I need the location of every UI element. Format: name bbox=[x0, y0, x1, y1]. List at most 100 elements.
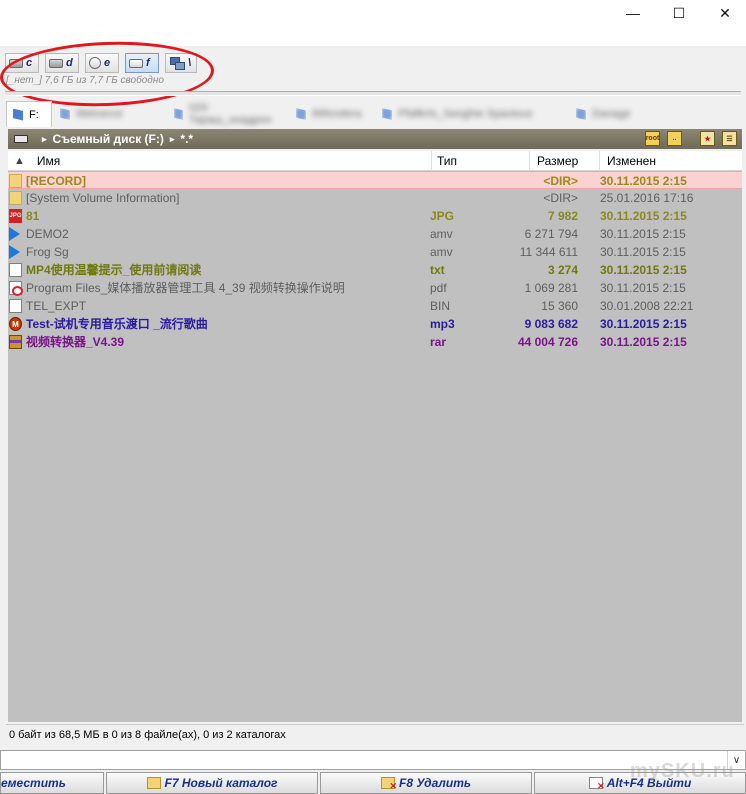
file-size: 7 982 bbox=[547, 209, 578, 223]
pdf-icon bbox=[9, 281, 23, 296]
file-date: 30.11.2015 2:15 bbox=[600, 335, 687, 349]
minimize-button[interactable]: — bbox=[610, 0, 656, 26]
play-icon bbox=[9, 227, 20, 241]
column-name-label: Имя bbox=[36, 154, 61, 168]
file-type: amv bbox=[430, 227, 453, 241]
file-row[interactable]: Program Files_媒体播放器管理工具 4_39 视频转换操作说明 pdf… bbox=[8, 279, 742, 297]
tab-flag-icon bbox=[13, 108, 23, 121]
delete-icon bbox=[381, 777, 397, 792]
file-date: 30.11.2015 2:15 bbox=[600, 245, 686, 259]
column-type-label: Тип bbox=[437, 154, 458, 168]
tab-label: Pfallkrts_Seoghie Spanious bbox=[398, 108, 533, 120]
tab-5[interactable]: Pfallkrts_Seoghie Spanious bbox=[376, 103, 568, 125]
close-icon: ✕ bbox=[719, 4, 731, 21]
file-size: 11 344 611 bbox=[519, 245, 578, 259]
separator bbox=[5, 91, 741, 96]
file-row[interactable]: TEL_EXPT BIN 15 360 30.01.2008 22:21 bbox=[8, 297, 742, 315]
file-name: DEMO2 bbox=[26, 227, 69, 241]
file-icon bbox=[9, 299, 22, 313]
file-date: 25.01.2016 17:16 bbox=[600, 191, 694, 205]
column-type[interactable]: Тип bbox=[432, 151, 530, 171]
tab-label: 029 Тараш_ннадрон bbox=[188, 102, 272, 126]
sort-icon: ▲ bbox=[14, 155, 25, 167]
file-size: <DIR> bbox=[543, 191, 578, 205]
column-modified[interactable]: Изменен bbox=[600, 151, 742, 171]
favorites-icon[interactable]: ★ bbox=[700, 131, 715, 146]
history-icon[interactable]: ☰ bbox=[722, 131, 737, 146]
file-row[interactable]: MP4使用温馨提示_使用前请阅读 txt 3 274 30.11.2015 2:15 bbox=[8, 261, 742, 279]
column-size-label: Размер bbox=[537, 154, 579, 168]
file-name: TEL_EXPT bbox=[26, 299, 87, 313]
path-separator: ▸ bbox=[42, 133, 47, 144]
fkey-label: еместить bbox=[1, 776, 66, 790]
status-bar: 0 байт из 68,5 МБ в 0 из 8 файле(ах), 0 … bbox=[6, 724, 744, 744]
file-row[interactable]: JPG 81 JPG 7 982 30.11.2015 2:15 bbox=[8, 207, 742, 225]
text-file-icon bbox=[9, 263, 22, 277]
path-drive-label[interactable]: Съемный диск (F:) bbox=[53, 132, 164, 146]
file-type: JPG bbox=[430, 209, 455, 223]
tab-3[interactable]: 029 Тараш_ннадрон bbox=[168, 102, 288, 126]
file-date: 30.01.2008 22:21 bbox=[600, 299, 694, 313]
path-current[interactable]: *.* bbox=[180, 132, 193, 146]
file-name: MP4使用温馨提示_使用前请阅读 bbox=[26, 263, 202, 277]
title-bar: — ☐ ✕ bbox=[0, 0, 746, 46]
tab-flag-icon bbox=[296, 108, 306, 120]
status-text: 0 байт из 68,5 МБ в 0 из 8 файле(ах), 0 … bbox=[9, 728, 286, 741]
file-size: 3 274 bbox=[547, 263, 578, 277]
file-row[interactable]: [System Volume Information] <DIR> 25.01.20… bbox=[8, 189, 742, 207]
file-name: [RECORD] bbox=[26, 174, 86, 188]
file-name: Program Files_媒体播放器管理工具 4_39 视频转换操作说明 bbox=[26, 281, 345, 295]
file-type: BIN bbox=[430, 299, 451, 313]
file-row[interactable]: M Test-试机专用音乐渡口 _流行歌曲 mp3 9 083 682 30.11.20… bbox=[8, 315, 742, 333]
file-size: 6 271 794 bbox=[524, 227, 578, 241]
tab-6[interactable]: Danage bbox=[570, 103, 650, 125]
file-list[interactable]: [RECORD] <DIR> 30.11.2015 2:15 [System Volu… bbox=[8, 171, 742, 722]
fkey-label: F7 Новый каталог bbox=[164, 776, 278, 790]
file-size: 15 360 bbox=[541, 299, 578, 313]
tab-flag-icon bbox=[576, 108, 586, 120]
file-type: mp3 bbox=[430, 317, 455, 331]
file-row[interactable]: DEMO2 amv 6 271 794 30.11.2015 2:15 bbox=[8, 225, 742, 243]
tab-label: Wetrance bbox=[76, 108, 123, 120]
file-date: 30.11.2015 2:15 bbox=[600, 281, 686, 295]
column-name[interactable]: ▲ Имя bbox=[8, 151, 432, 171]
maximize-icon: ☐ bbox=[672, 4, 686, 21]
tab-flag-icon bbox=[382, 108, 392, 120]
tab-label: Danage bbox=[592, 108, 631, 120]
file-name: 81 bbox=[26, 209, 40, 223]
move-button[interactable]: еместить bbox=[0, 772, 104, 794]
file-row[interactable]: 视频转换器_V4.39 rar 44 004 726 30.11.2015 2:15 bbox=[8, 333, 742, 351]
new-folder-button[interactable]: F7 Новый каталог bbox=[106, 772, 318, 794]
tab-f[interactable]: F: bbox=[6, 101, 52, 127]
file-name: [System Volume Information] bbox=[26, 191, 180, 205]
tab-2[interactable]: Wetrance bbox=[54, 103, 166, 125]
file-row[interactable]: Frog Sg amv 11 344 611 30.11.2015 2:15 bbox=[8, 243, 742, 261]
file-date: 30.11.2015 2:15 bbox=[600, 227, 686, 241]
maximize-button[interactable]: ☐ bbox=[656, 0, 702, 26]
file-name: 视频转换器_V4.39 bbox=[26, 335, 125, 349]
column-modified-label: Изменен bbox=[607, 154, 656, 168]
up-folder-icon[interactable]: .. bbox=[667, 131, 682, 146]
watermark: mySKU.ru bbox=[630, 760, 735, 782]
file-name: Test-试机专用音乐渡口 _流行歌曲 bbox=[26, 317, 208, 331]
file-date: 30.11.2015 2:15 bbox=[600, 317, 687, 331]
tab-label: 86fondera bbox=[312, 108, 362, 120]
exit-icon bbox=[588, 777, 605, 792]
close-button[interactable]: ✕ bbox=[702, 0, 746, 26]
file-type: rar bbox=[430, 335, 447, 349]
file-type: txt bbox=[430, 263, 445, 277]
new-folder-icon bbox=[146, 777, 161, 789]
path-separator: ▸ bbox=[169, 133, 175, 144]
file-row[interactable]: [RECORD] <DIR> 30.11.2015 2:15 bbox=[8, 171, 742, 189]
column-size[interactable]: Размер bbox=[530, 151, 600, 171]
file-type: pdf bbox=[430, 281, 447, 295]
archive-icon bbox=[9, 335, 22, 349]
root-icon[interactable]: root bbox=[645, 131, 660, 146]
file-name: Frog Sg bbox=[26, 245, 69, 259]
file-date: 30.11.2015 2:15 bbox=[600, 209, 687, 223]
path-bar[interactable]: ▸ Съемный диск (F:) ▸ *.* root .. ★ ☰ bbox=[8, 129, 742, 149]
tab-4[interactable]: 86fondera bbox=[290, 103, 374, 125]
delete-button[interactable]: F8 Удалить bbox=[320, 772, 532, 794]
tab-label: F: bbox=[29, 108, 39, 121]
column-header: ▲ Имя Тип Размер Изменен bbox=[8, 151, 742, 171]
